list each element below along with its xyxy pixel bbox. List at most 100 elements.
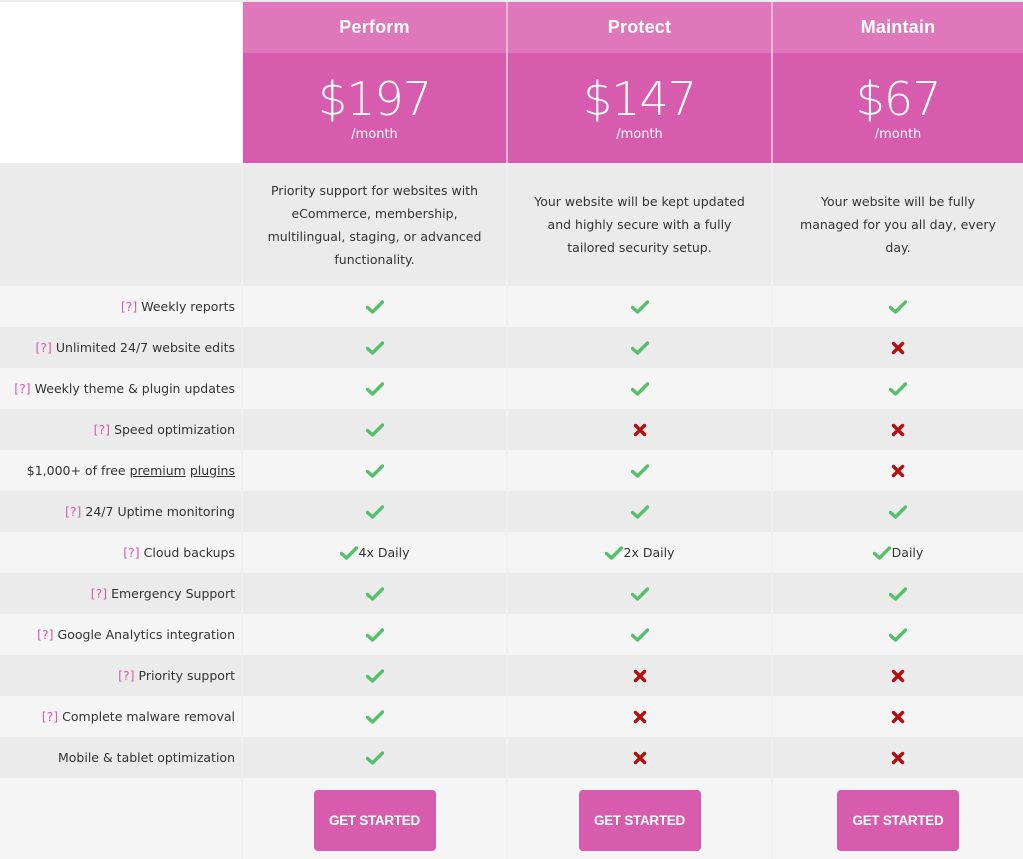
help-tooltip-icon[interactable]: [?] xyxy=(91,586,107,601)
feature-value-cell xyxy=(243,614,508,655)
get-started-protect-button[interactable]: GET STARTED xyxy=(578,790,701,851)
feature-label: Mobile & tablet optimization xyxy=(57,750,235,765)
feature-label-cell: $1,000+ of free premium plugins xyxy=(0,450,243,491)
help-tooltip-icon[interactable]: [?] xyxy=(37,627,53,642)
feature-value-text: 4x Daily xyxy=(358,545,410,560)
help-tooltip-icon[interactable]: [?] xyxy=(123,545,139,560)
checkmark-icon xyxy=(339,545,358,560)
feature-value-cell xyxy=(773,573,1023,614)
plan-name: Maintain xyxy=(773,2,1023,53)
cross-icon xyxy=(891,710,905,724)
get-started-maintain-button[interactable]: GET STARTED xyxy=(837,790,959,851)
plan-price-block: $197 /month xyxy=(243,53,508,163)
feature-row: [?] Weekly theme & plugin updates xyxy=(0,368,1023,409)
checkmark-icon xyxy=(365,586,384,601)
feature-value-cell xyxy=(508,368,773,409)
feature-row: [?] Complete malware removal xyxy=(0,696,1023,737)
feature-value-cell: 4x Daily xyxy=(243,532,508,573)
feature-label: $1,000+ of free xyxy=(26,463,130,478)
help-tooltip-icon[interactable]: [?] xyxy=(94,422,110,437)
checkmark-icon xyxy=(630,463,649,478)
checkmark-icon xyxy=(365,381,384,396)
feature-label: 24/7 Uptime monitoring xyxy=(85,504,235,519)
checkmark-icon xyxy=(888,504,908,519)
feature-label-cell: [?] Cloud backups xyxy=(0,532,243,573)
checkmark-icon xyxy=(365,299,384,314)
cross-icon xyxy=(891,669,905,683)
feature-value-cell xyxy=(508,409,773,450)
help-tooltip-icon[interactable]: [?] xyxy=(35,340,51,355)
plugins-link[interactable]: plugins xyxy=(190,463,235,478)
plan-price: $147 xyxy=(582,72,697,126)
cross-icon xyxy=(633,751,647,765)
help-tooltip-icon[interactable]: [?] xyxy=(118,668,134,683)
checkmark-icon xyxy=(630,627,649,642)
checkmark-icon xyxy=(888,299,908,314)
get-started-perform-button[interactable]: GET STARTED xyxy=(313,790,436,851)
empty-label-cell xyxy=(0,163,243,286)
plan-price: $67 xyxy=(855,72,942,126)
checkmark-icon xyxy=(630,340,649,355)
feature-row: $1,000+ of free premium plugins xyxy=(0,450,1023,491)
empty-corner xyxy=(0,2,243,163)
cross-icon xyxy=(891,341,905,355)
checkmark-icon xyxy=(365,750,384,765)
feature-value-cell xyxy=(773,409,1023,450)
empty-label-cell xyxy=(0,778,243,859)
feature-row: [?] Priority support xyxy=(0,655,1023,696)
feature-label: Priority support xyxy=(138,668,235,683)
feature-value-text: 2x Daily xyxy=(623,545,675,560)
feature-label: Cloud backups xyxy=(143,545,235,560)
feature-value-cell xyxy=(243,655,508,696)
feature-value-cell xyxy=(508,614,773,655)
feature-value-cell xyxy=(243,286,508,327)
feature-value-cell: Daily xyxy=(773,532,1023,573)
feature-value-cell xyxy=(773,655,1023,696)
checkmark-icon xyxy=(365,627,384,642)
help-tooltip-icon[interactable]: [?] xyxy=(121,299,137,314)
feature-label: Unlimited 24/7 website edits xyxy=(55,340,235,355)
feature-label: Weekly reports xyxy=(141,299,235,314)
feature-value-cell xyxy=(508,573,773,614)
plan-period: /month xyxy=(351,127,398,142)
feature-value-cell xyxy=(773,614,1023,655)
feature-value-cell xyxy=(243,737,508,778)
feature-label: Complete malware removal xyxy=(62,709,235,724)
feature-label-cell: [?] Emergency Support xyxy=(0,573,243,614)
checkmark-icon xyxy=(630,381,649,396)
plan-period: /month xyxy=(616,127,663,142)
feature-list: [?] Weekly reports [?] Unlimited 24/7 websi… xyxy=(0,286,1023,778)
feature-value-cell xyxy=(243,696,508,737)
plan-name: Perform xyxy=(243,2,508,53)
checkmark-icon xyxy=(365,422,384,437)
checkmark-icon xyxy=(630,586,649,601)
cross-icon xyxy=(891,423,905,437)
checkmark-icon xyxy=(365,504,384,519)
feature-row: [?] Emergency Support xyxy=(0,573,1023,614)
feature-label-cell: [?] Speed optimization xyxy=(0,409,243,450)
feature-label: Speed optimization xyxy=(114,422,235,437)
feature-value-cell xyxy=(243,368,508,409)
feature-value-cell xyxy=(243,327,508,368)
plan-description: Priority support for websites with eComm… xyxy=(243,163,508,286)
checkmark-icon xyxy=(365,340,384,355)
premium-link[interactable]: premium xyxy=(130,463,186,478)
cross-icon xyxy=(633,423,647,437)
feature-value-cell xyxy=(508,491,773,532)
checkmark-icon xyxy=(630,504,649,519)
feature-value-cell xyxy=(243,409,508,450)
checkmark-icon xyxy=(365,463,384,478)
cta-cell: GET STARTED xyxy=(773,778,1023,859)
cross-icon xyxy=(891,751,905,765)
plan-column-perform: Perform $197 /month xyxy=(243,2,508,163)
help-tooltip-icon[interactable]: [?] xyxy=(65,504,81,519)
help-tooltip-icon[interactable]: [?] xyxy=(14,381,30,396)
checkmark-icon xyxy=(630,299,649,314)
feature-value-cell xyxy=(773,737,1023,778)
cross-icon xyxy=(633,669,647,683)
feature-value-cell xyxy=(508,737,773,778)
feature-row: [?] 24/7 Uptime monitoring xyxy=(0,491,1023,532)
feature-value-cell: 2x Daily xyxy=(508,532,773,573)
cross-icon xyxy=(891,464,905,478)
help-tooltip-icon[interactable]: [?] xyxy=(42,709,58,724)
